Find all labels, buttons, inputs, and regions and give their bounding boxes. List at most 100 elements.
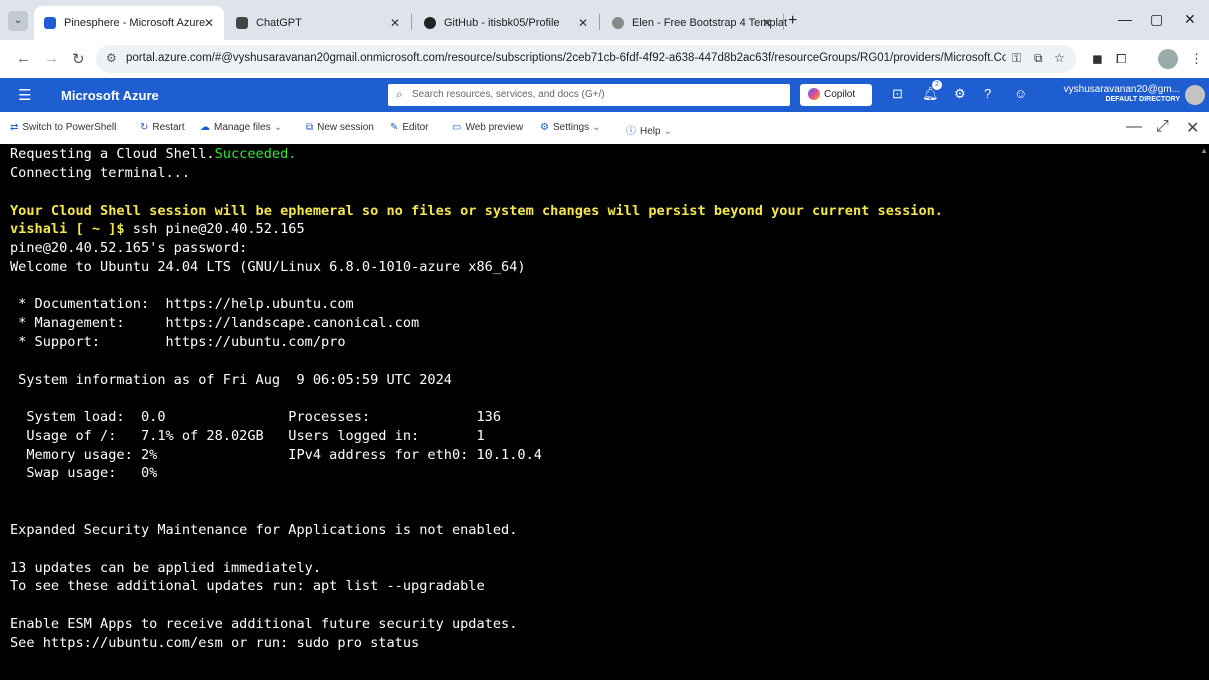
help-icon: ⓘ	[626, 126, 636, 137]
help-button[interactable]: ⓘ Help ⌄	[626, 122, 672, 137]
web-preview-button[interactable]: ▭ Web preview	[452, 122, 523, 133]
tab-pinesphere-azure[interactable]: Pinesphere - Microsoft Azure ✕	[34, 6, 224, 40]
terminal-line: * Management: https://landscape.canonica…	[10, 315, 420, 331]
terminal-line: * Support: https://ubuntu.com/pro	[10, 334, 346, 350]
extensions-puzzle-icon[interactable]: ⧠	[1116, 51, 1126, 67]
toolbar-label: Settings	[552, 122, 590, 133]
preview-icon: ▭	[452, 122, 462, 133]
browser-tab-strip: ⌄ Pinesphere - Microsoft Azure ✕ ChatGPT…	[0, 0, 1209, 40]
help-icon[interactable]: ?	[984, 86, 991, 101]
restart-icon: ↻	[140, 122, 149, 133]
settings-button[interactable]: ⚙ Settings ⌄	[540, 122, 601, 133]
terminal-prompt: vishali [ ~ ]$	[10, 221, 125, 237]
toolbar-label: New session	[317, 122, 374, 133]
terminal-line: 13 updates can be applied immediately.	[10, 560, 321, 576]
toolbar-label: Manage files	[214, 122, 271, 133]
close-tab-icon[interactable]: ✕	[390, 16, 400, 30]
terminal-line: Connecting terminal...	[10, 165, 191, 181]
feedback-icon[interactable]: ☺	[1014, 86, 1027, 101]
close-window-icon[interactable]: ✕	[1184, 11, 1196, 28]
terminal-warning: Your Cloud Shell session will be ephemer…	[10, 203, 943, 219]
terminal-line: Enable ESM Apps to receive additional fu…	[10, 616, 518, 632]
tab-divider	[599, 14, 600, 30]
github-favicon-icon	[424, 17, 436, 29]
copilot-icon	[808, 88, 820, 100]
tab-search-chevron-icon[interactable]: ⌄	[8, 11, 28, 31]
terminal-line: * Documentation: https://help.ubuntu.com	[10, 296, 354, 312]
toolbar-label: Web preview	[465, 122, 524, 133]
back-icon[interactable]: ←	[16, 50, 31, 67]
editor-button[interactable]: ✎ Editor	[390, 122, 429, 133]
restart-button[interactable]: ↻ Restart	[140, 122, 185, 133]
hamburger-menu-icon[interactable]: ☰	[18, 86, 31, 104]
site-info-icon[interactable]: ⚙	[106, 51, 117, 65]
url-text[interactable]: portal.azure.com/#@vyshusaravanan20gmail…	[126, 52, 1006, 64]
new-session-icon: ⧉	[306, 122, 314, 133]
terminal-line: Welcome to Ubuntu 24.04 LTS (GNU/Linux 6…	[10, 259, 526, 275]
chatgpt-favicon-icon	[236, 17, 248, 29]
terminal-line: Swap usage: 0%	[10, 465, 158, 481]
minimize-shell-icon[interactable]: —	[1126, 118, 1142, 136]
address-bar[interactable]: ⚙ portal.azure.com/#@vyshusaravanan20gma…	[96, 45, 1076, 73]
cloud-shell-icon[interactable]: ⊡	[892, 86, 903, 102]
new-tab-icon[interactable]: +	[788, 12, 797, 30]
close-tab-icon[interactable]: ✕	[204, 16, 214, 30]
switch-icon: ⇄	[10, 122, 19, 133]
settings-gear-icon[interactable]: ⚙	[954, 86, 966, 102]
search-placeholder: Search resources, services, and docs (G+…	[412, 89, 605, 100]
terminal-line: Memory usage: 2% IPv4 address for eth0: …	[10, 447, 542, 463]
minimize-window-icon[interactable]: —	[1118, 11, 1132, 27]
terminal-line: System information as of Fri Aug 9 06:05…	[10, 372, 452, 388]
forward-icon[interactable]: →	[44, 50, 59, 67]
new-session-button[interactable]: ⧉ New session	[306, 122, 374, 133]
azure-favicon-icon	[44, 17, 56, 29]
scroll-up-arrow-icon[interactable]: ▲	[1200, 146, 1208, 155]
terminal-text: Requesting a Cloud Shell.	[10, 146, 215, 162]
close-shell-icon[interactable]: ✕	[1186, 118, 1199, 138]
search-icon: ⌕	[396, 87, 403, 101]
manage-files-button[interactable]: ☁ Manage files ⌄	[200, 122, 282, 133]
terminal-output[interactable]: Requesting a Cloud Shell.Succeeded. Conn…	[0, 144, 1209, 680]
global-search-input[interactable]: ⌕ Search resources, services, and docs (…	[388, 84, 790, 106]
extension-icon[interactable]: ◼	[1092, 51, 1103, 67]
tab-label: GitHub - itisbk05/Profile	[444, 17, 560, 29]
tab-chatgpt[interactable]: ChatGPT ✕	[226, 6, 410, 40]
browser-toolbar: ← → ↻ ⚙ portal.azure.com/#@vyshusaravana…	[0, 40, 1209, 79]
gear-icon: ⚙	[540, 122, 549, 133]
user-directory: DEFAULT DIRECTORY	[1105, 96, 1180, 103]
terminal-line: Requesting a Cloud Shell.Succeeded.	[10, 146, 296, 162]
close-tab-icon[interactable]: ✕	[762, 16, 772, 30]
maximize-window-icon[interactable]: ▢	[1150, 11, 1163, 28]
bookmark-star-icon[interactable]: ☆	[1054, 51, 1065, 65]
terminal-line: Expanded Security Maintenance for Applic…	[10, 522, 518, 538]
tab-label: ChatGPT	[256, 17, 302, 29]
install-app-icon[interactable]: ⧉	[1034, 51, 1043, 66]
tab-github-profile[interactable]: GitHub - itisbk05/Profile ✕	[414, 6, 598, 40]
user-avatar[interactable]	[1185, 85, 1205, 105]
maximize-shell-icon[interactable]: ⤢	[1156, 118, 1169, 136]
terminal-line: vishali [ ~ ]$ ssh pine@20.40.52.165	[10, 221, 305, 237]
chevron-down-icon: ⌄	[663, 126, 672, 137]
reload-icon[interactable]: ↻	[72, 50, 85, 68]
terminal-line: pine@20.40.52.165's password:	[10, 240, 248, 256]
browser-menu-icon[interactable]: ⋮	[1190, 51, 1203, 67]
terminal-line: See https://ubuntu.com/esm or run: sudo …	[10, 635, 420, 651]
terminal-line: To see these additional updates run: apt…	[10, 578, 485, 594]
terminal-line: Usage of /: 7.1% of 28.02GB Users logged…	[10, 428, 485, 444]
copilot-button[interactable]: Copilot	[800, 84, 872, 106]
user-email: vyshusaravanan20@gm...	[1063, 84, 1180, 95]
copilot-label: Copilot	[824, 89, 856, 100]
portal-title[interactable]: Microsoft Azure	[61, 88, 159, 103]
terminal-status: Succeeded.	[214, 146, 297, 162]
close-tab-icon[interactable]: ✕	[578, 16, 588, 30]
cloud-shell-toolbar: ⇄ Switch to PowerShell ↻ Restart ☁ Manage f…	[0, 112, 1209, 145]
terminal-command: ssh pine@20.40.52.165	[124, 221, 305, 237]
pencil-icon: ✎	[390, 122, 399, 133]
switch-to-powershell-button[interactable]: ⇄ Switch to PowerShell	[10, 122, 116, 133]
tab-elen-bootstrap[interactable]: Elen - Free Bootstrap 4 Templat ✕	[602, 6, 787, 40]
account-menu[interactable]: vyshusaravanan20@gm... DEFAULT DIRECTORY	[1054, 84, 1180, 103]
toolbar-label: Editor	[402, 122, 429, 133]
password-key-icon[interactable]: ⚿	[1012, 51, 1021, 66]
tab-divider	[783, 14, 784, 30]
profile-avatar[interactable]	[1158, 49, 1178, 69]
